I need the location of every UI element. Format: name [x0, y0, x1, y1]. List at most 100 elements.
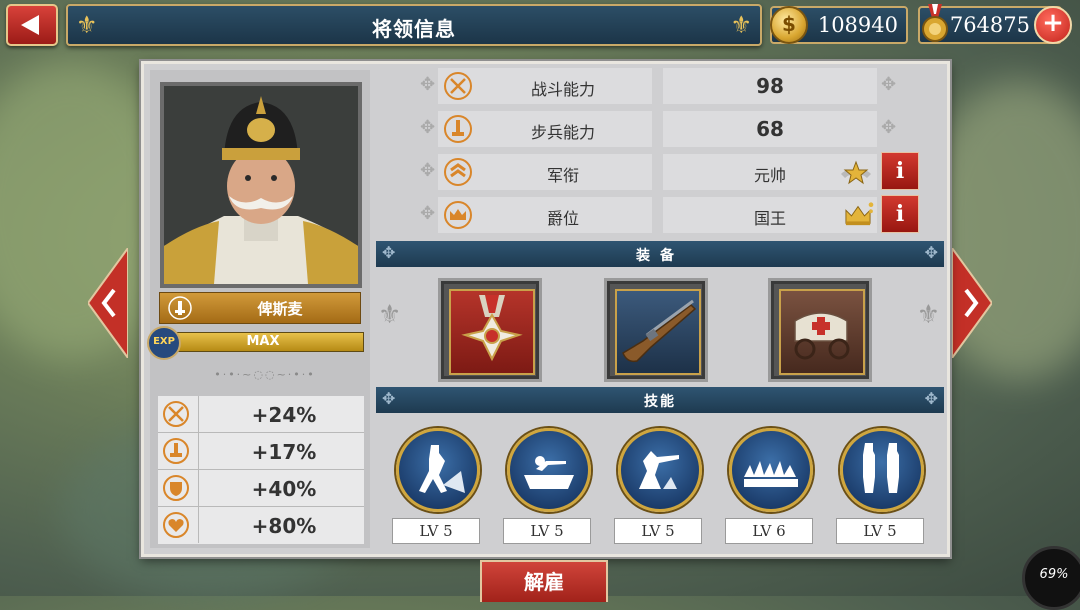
skill-item[interactable]: LV 5 — [614, 428, 702, 544]
chevron-rank-icon — [444, 158, 472, 186]
crossed-swords-icon — [163, 401, 189, 427]
stat-value-box: 98 — [663, 68, 877, 104]
add-medals-button[interactable]: + — [1034, 6, 1072, 44]
ornament-icon: ✥ — [420, 160, 436, 181]
general-profile: 俾斯麦 MAX EXP •·•·~◌◌~·•·• +24% +17% +40% … — [147, 70, 370, 548]
rank-info-button[interactable]: i — [881, 152, 919, 190]
fleur-icon: ⚜ — [730, 11, 752, 39]
skill-trench-icon — [507, 428, 591, 512]
skill-level: LV 5 — [503, 518, 591, 544]
stat-label-box: 军衔 — [438, 154, 652, 190]
skill-item[interactable]: LV 5 — [503, 428, 591, 544]
stat-label: 步兵能力 — [530, 123, 595, 142]
bonus-row: +24% — [158, 396, 364, 433]
previous-general-arrow[interactable] — [88, 248, 128, 358]
skill-level: LV 5 — [392, 518, 480, 544]
ornament-icon: ⚜ — [916, 300, 940, 330]
gold-coin-icon: $ — [770, 6, 808, 44]
stat-label-box: 爵位 — [438, 197, 652, 233]
infantry-class-icon — [168, 296, 192, 320]
next-general-arrow[interactable] — [952, 248, 992, 358]
equipment-frame — [615, 289, 701, 375]
skills-header: ✥ 技能 ✥ — [376, 387, 944, 413]
medal-icon — [461, 295, 523, 362]
equipment-frame — [449, 289, 535, 375]
skill-level: LV 5 — [614, 518, 702, 544]
equipment-slot-medal[interactable] — [438, 278, 542, 382]
stat-value-box: 元帅 — [663, 154, 877, 190]
fleur-icon: ✥ — [924, 389, 938, 408]
equipment-slot-ambulance[interactable] — [768, 278, 872, 382]
general-portrait — [160, 82, 362, 288]
combat-value: 98 — [756, 74, 784, 98]
ornament-divider: •·•·~◌◌~·•·• — [214, 368, 316, 381]
stat-row-combat: ✥ 战斗能力 98 ✥ — [376, 64, 947, 106]
battery-gauge: 69% — [1022, 546, 1080, 610]
divider — [198, 396, 199, 432]
infantry-icon — [444, 115, 472, 143]
bonus-row: +17% — [158, 433, 364, 470]
exp-badge: EXP — [147, 326, 181, 360]
general-name: 俾斯麦 — [257, 300, 303, 318]
nobility-info-button[interactable]: i — [881, 195, 919, 233]
skills-area: LV 5 LV 5 LV 5 LV 6 LV 5 — [376, 416, 944, 550]
stat-row-rank: ✥ 军衔 元帅 i — [376, 150, 947, 192]
infantry-bonus: +17% — [251, 440, 317, 464]
exp-status: MAX — [246, 334, 280, 349]
stat-label-box: 战斗能力 — [438, 68, 652, 104]
skills-title: 技能 — [644, 394, 676, 410]
general-name-bar: 俾斯麦 — [159, 292, 361, 324]
top-bar: ⚜ 将领信息 ⚜ $ 108940 764875 + — [0, 0, 1080, 48]
stat-label: 军衔 — [546, 166, 579, 185]
ornament-icon: ✥ — [420, 74, 436, 95]
gold-value: 108940 — [817, 13, 898, 37]
marshal-star-icon — [841, 160, 871, 185]
ornament-icon: ✥ — [420, 117, 436, 138]
stat-value-box: 国王 — [663, 197, 877, 233]
divider — [198, 433, 199, 469]
heart-icon — [163, 512, 189, 538]
skill-item[interactable]: LV 5 — [836, 428, 924, 544]
crown-icon — [444, 201, 472, 229]
crossed-swords-icon — [444, 72, 472, 100]
infantry-value: 68 — [756, 117, 784, 141]
equipment-header: ✥ 装备 ✥ — [376, 241, 944, 267]
equipment-frame — [779, 289, 865, 375]
ornament-icon: ✥ — [881, 117, 897, 138]
skill-item[interactable]: LV 6 — [725, 428, 813, 544]
title-bar: ⚜ 将领信息 ⚜ — [66, 4, 762, 46]
skill-formation-icon — [840, 428, 924, 512]
general-portrait-image — [164, 86, 358, 284]
ambulance-wagon-icon — [794, 312, 850, 360]
bonus-table: +24% +17% +40% +80% — [158, 396, 364, 544]
divider — [198, 507, 199, 543]
skill-charge-icon — [396, 428, 480, 512]
skill-item[interactable]: LV 5 — [392, 428, 480, 544]
skill-level: LV 6 — [725, 518, 813, 544]
attack-bonus: +24% — [251, 403, 317, 427]
gold-counter: $ 108940 — [770, 6, 908, 44]
medal-counter: 764875 + — [918, 4, 1072, 44]
page-title: 将领信息 — [372, 17, 456, 41]
equipment-area: ⚜ ⚜ — [376, 270, 944, 382]
general-details: ✥ 战斗能力 98 ✥ ✥ 步兵能力 68 ✥ ✥ 军衔 元帅 i ✥ 爵位 国… — [376, 64, 947, 554]
stat-label: 爵位 — [546, 209, 579, 228]
exp-bar: MAX — [162, 332, 364, 352]
stat-row-infantry: ✥ 步兵能力 68 ✥ — [376, 107, 947, 149]
king-crown-icon — [845, 202, 874, 226]
health-bonus: +80% — [251, 514, 317, 538]
infantry-bonus-icon — [163, 438, 189, 464]
shield-icon — [163, 475, 189, 501]
stat-label: 战斗能力 — [530, 80, 595, 99]
equipment-title: 装备 — [636, 248, 684, 264]
ornament-icon: ✥ — [420, 203, 436, 224]
ornament-icon: ✥ — [881, 74, 897, 95]
back-button[interactable] — [6, 4, 58, 46]
divider — [198, 470, 199, 506]
stat-value-box: 68 — [663, 111, 877, 147]
equipment-slot-musket[interactable] — [604, 278, 708, 382]
stat-row-title: ✥ 爵位 国王 i — [376, 193, 947, 235]
medal-value: 764875 — [949, 13, 1030, 37]
ornament-icon: ⚜ — [378, 300, 402, 330]
general-info-panel: 俾斯麦 MAX EXP •·•·~◌◌~·•·• +24% +17% +40% … — [141, 61, 950, 557]
